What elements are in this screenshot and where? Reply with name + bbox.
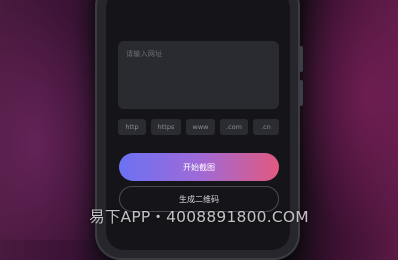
phone-volume-button-down — [299, 80, 303, 106]
url-input-placeholder: 请输入网址 — [126, 50, 163, 58]
phone-volume-button-up — [299, 46, 303, 72]
chip-cn[interactable]: .cn — [253, 119, 279, 135]
chip-https[interactable]: https — [151, 119, 181, 135]
chip-www[interactable]: www — [186, 119, 215, 135]
url-chip-row: http https www .com .cn — [118, 119, 279, 135]
watermark: 易下APP・4008891800.COM — [89, 208, 309, 226]
chip-com[interactable]: .com — [220, 119, 248, 135]
start-screenshot-button[interactable]: 开始截图 — [119, 153, 279, 181]
url-input-field[interactable]: 请输入网址 — [118, 41, 279, 109]
chip-http[interactable]: http — [118, 119, 146, 135]
